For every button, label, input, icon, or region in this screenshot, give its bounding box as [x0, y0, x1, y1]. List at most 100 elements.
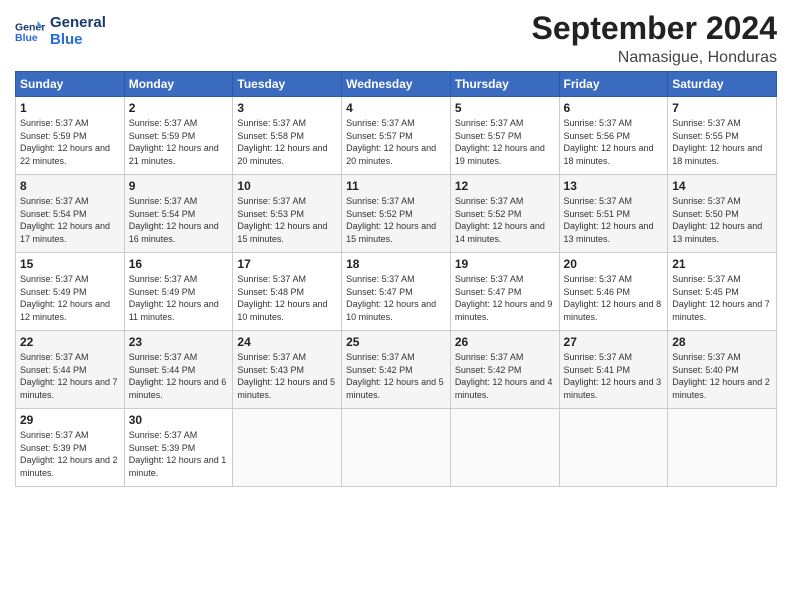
day-number: 15 [20, 257, 120, 271]
day-number: 26 [455, 335, 555, 349]
sunset-text: Sunset: 5:49 PM [20, 286, 120, 299]
col-tuesday: Tuesday [233, 72, 342, 97]
sunrise-text: Sunrise: 5:37 AM [20, 429, 120, 442]
sunrise-text: Sunrise: 5:37 AM [672, 195, 772, 208]
sunset-text: Sunset: 5:54 PM [20, 208, 120, 221]
daylight-text: Daylight: 12 hours and 13 minutes. [672, 220, 772, 245]
header-row: Sunday Monday Tuesday Wednesday Thursday… [16, 72, 777, 97]
cell-content: Sunrise: 5:37 AM Sunset: 5:51 PM Dayligh… [564, 195, 664, 245]
table-row: 29 Sunrise: 5:37 AM Sunset: 5:39 PM Dayl… [16, 409, 125, 487]
daylight-text: Daylight: 12 hours and 16 minutes. [129, 220, 229, 245]
day-number: 11 [346, 179, 446, 193]
table-row: 22 Sunrise: 5:37 AM Sunset: 5:44 PM Dayl… [16, 331, 125, 409]
header: General Blue General Blue September 2024… [15, 10, 777, 67]
sunrise-text: Sunrise: 5:37 AM [455, 195, 555, 208]
cell-content: Sunrise: 5:37 AM Sunset: 5:52 PM Dayligh… [455, 195, 555, 245]
sunrise-text: Sunrise: 5:37 AM [129, 273, 229, 286]
col-saturday: Saturday [668, 72, 777, 97]
col-friday: Friday [559, 72, 668, 97]
day-number: 21 [672, 257, 772, 271]
day-number: 29 [20, 413, 120, 427]
sunrise-text: Sunrise: 5:37 AM [564, 117, 664, 130]
table-row: 6 Sunrise: 5:37 AM Sunset: 5:56 PM Dayli… [559, 97, 668, 175]
sunset-text: Sunset: 5:50 PM [672, 208, 772, 221]
cell-content: Sunrise: 5:37 AM Sunset: 5:59 PM Dayligh… [129, 117, 229, 167]
sunset-text: Sunset: 5:44 PM [20, 364, 120, 377]
logo: General Blue General Blue [15, 15, 106, 48]
daylight-text: Daylight: 12 hours and 19 minutes. [455, 142, 555, 167]
table-row: 15 Sunrise: 5:37 AM Sunset: 5:49 PM Dayl… [16, 253, 125, 331]
day-number: 22 [20, 335, 120, 349]
table-row: 8 Sunrise: 5:37 AM Sunset: 5:54 PM Dayli… [16, 175, 125, 253]
cell-content: Sunrise: 5:37 AM Sunset: 5:57 PM Dayligh… [346, 117, 446, 167]
sunrise-text: Sunrise: 5:37 AM [346, 273, 446, 286]
table-row: 12 Sunrise: 5:37 AM Sunset: 5:52 PM Dayl… [450, 175, 559, 253]
sunset-text: Sunset: 5:44 PM [129, 364, 229, 377]
daylight-text: Daylight: 12 hours and 14 minutes. [455, 220, 555, 245]
day-number: 12 [455, 179, 555, 193]
daylight-text: Daylight: 12 hours and 18 minutes. [672, 142, 772, 167]
sunrise-text: Sunrise: 5:37 AM [346, 117, 446, 130]
sunset-text: Sunset: 5:57 PM [455, 130, 555, 143]
table-row: 27 Sunrise: 5:37 AM Sunset: 5:41 PM Dayl… [559, 331, 668, 409]
daylight-text: Daylight: 12 hours and 21 minutes. [129, 142, 229, 167]
day-number: 1 [20, 101, 120, 115]
svg-text:Blue: Blue [15, 32, 38, 44]
daylight-text: Daylight: 12 hours and 17 minutes. [20, 220, 120, 245]
sunrise-text: Sunrise: 5:37 AM [672, 273, 772, 286]
col-sunday: Sunday [16, 72, 125, 97]
table-row [559, 409, 668, 487]
table-row: 7 Sunrise: 5:37 AM Sunset: 5:55 PM Dayli… [668, 97, 777, 175]
sunset-text: Sunset: 5:48 PM [237, 286, 337, 299]
day-number: 17 [237, 257, 337, 271]
table-row: 1 Sunrise: 5:37 AM Sunset: 5:59 PM Dayli… [16, 97, 125, 175]
daylight-text: Daylight: 12 hours and 5 minutes. [346, 376, 446, 401]
calendar-container: General Blue General Blue September 2024… [0, 0, 792, 497]
sunrise-text: Sunrise: 5:37 AM [20, 273, 120, 286]
sunrise-text: Sunrise: 5:37 AM [20, 117, 120, 130]
table-row: 25 Sunrise: 5:37 AM Sunset: 5:42 PM Dayl… [342, 331, 451, 409]
sunrise-text: Sunrise: 5:37 AM [20, 351, 120, 364]
sunrise-text: Sunrise: 5:37 AM [455, 273, 555, 286]
day-number: 16 [129, 257, 229, 271]
sunrise-text: Sunrise: 5:37 AM [346, 195, 446, 208]
sunset-text: Sunset: 5:40 PM [672, 364, 772, 377]
daylight-text: Daylight: 12 hours and 10 minutes. [237, 298, 337, 323]
day-number: 5 [455, 101, 555, 115]
cell-content: Sunrise: 5:37 AM Sunset: 5:44 PM Dayligh… [129, 351, 229, 401]
calendar-week-4: 22 Sunrise: 5:37 AM Sunset: 5:44 PM Dayl… [16, 331, 777, 409]
table-row: 2 Sunrise: 5:37 AM Sunset: 5:59 PM Dayli… [124, 97, 233, 175]
table-row: 16 Sunrise: 5:37 AM Sunset: 5:49 PM Dayl… [124, 253, 233, 331]
cell-content: Sunrise: 5:37 AM Sunset: 5:39 PM Dayligh… [129, 429, 229, 479]
daylight-text: Daylight: 12 hours and 9 minutes. [455, 298, 555, 323]
calendar-week-3: 15 Sunrise: 5:37 AM Sunset: 5:49 PM Dayl… [16, 253, 777, 331]
daylight-text: Daylight: 12 hours and 15 minutes. [346, 220, 446, 245]
cell-content: Sunrise: 5:37 AM Sunset: 5:41 PM Dayligh… [564, 351, 664, 401]
sunrise-text: Sunrise: 5:37 AM [672, 117, 772, 130]
sunset-text: Sunset: 5:42 PM [455, 364, 555, 377]
calendar-table: Sunday Monday Tuesday Wednesday Thursday… [15, 71, 777, 487]
sunset-text: Sunset: 5:59 PM [20, 130, 120, 143]
sunset-text: Sunset: 5:39 PM [129, 442, 229, 455]
sunset-text: Sunset: 5:45 PM [672, 286, 772, 299]
sunrise-text: Sunrise: 5:37 AM [564, 273, 664, 286]
cell-content: Sunrise: 5:37 AM Sunset: 5:45 PM Dayligh… [672, 273, 772, 323]
cell-content: Sunrise: 5:37 AM Sunset: 5:42 PM Dayligh… [346, 351, 446, 401]
sunset-text: Sunset: 5:59 PM [129, 130, 229, 143]
sunrise-text: Sunrise: 5:37 AM [129, 429, 229, 442]
sunrise-text: Sunrise: 5:37 AM [237, 273, 337, 286]
table-row: 20 Sunrise: 5:37 AM Sunset: 5:46 PM Dayl… [559, 253, 668, 331]
cell-content: Sunrise: 5:37 AM Sunset: 5:44 PM Dayligh… [20, 351, 120, 401]
sunrise-text: Sunrise: 5:37 AM [672, 351, 772, 364]
cell-content: Sunrise: 5:37 AM Sunset: 5:54 PM Dayligh… [20, 195, 120, 245]
daylight-text: Daylight: 12 hours and 4 minutes. [455, 376, 555, 401]
day-number: 10 [237, 179, 337, 193]
sunset-text: Sunset: 5:42 PM [346, 364, 446, 377]
daylight-text: Daylight: 12 hours and 10 minutes. [346, 298, 446, 323]
month-title: September 2024 [532, 10, 777, 47]
cell-content: Sunrise: 5:37 AM Sunset: 5:52 PM Dayligh… [346, 195, 446, 245]
day-number: 13 [564, 179, 664, 193]
daylight-text: Daylight: 12 hours and 12 minutes. [20, 298, 120, 323]
sunset-text: Sunset: 5:46 PM [564, 286, 664, 299]
sunset-text: Sunset: 5:57 PM [346, 130, 446, 143]
